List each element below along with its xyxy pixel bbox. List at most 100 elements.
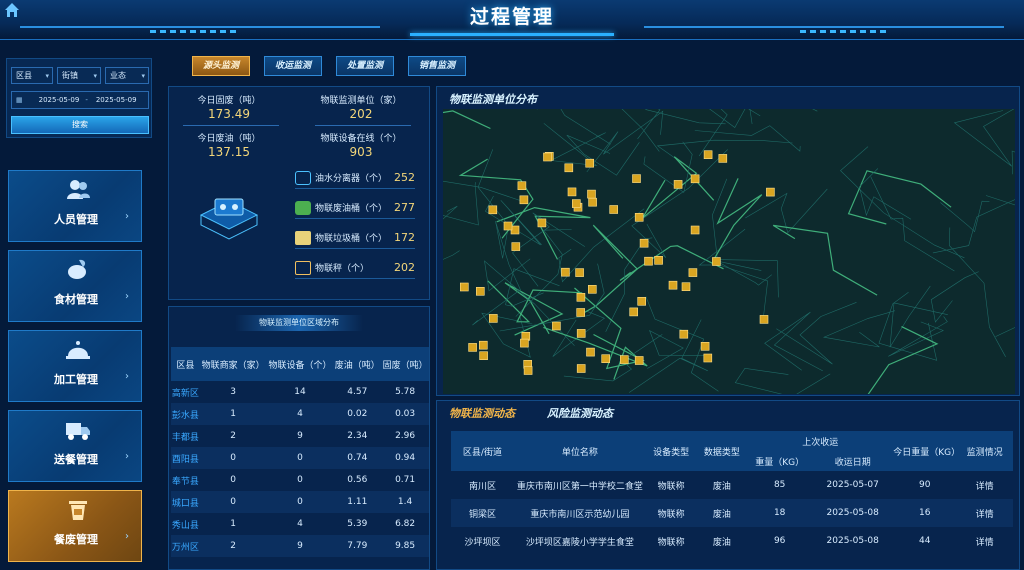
street-select[interactable]: 街镇 ▾ [57,67,101,84]
search-button[interactable]: 搜索 [11,116,149,134]
map-marker-icon[interactable] [766,187,775,197]
table-cell: 0 [266,491,334,513]
map-marker-icon[interactable] [564,163,574,173]
distribution-map[interactable] [378,28,1024,446]
home-icon[interactable] [4,2,20,18]
map-marker-icon[interactable] [488,205,498,215]
map-marker-icon[interactable] [475,287,485,296]
table-cell: 4 [297,519,303,529]
map-marker-icon[interactable] [503,221,513,231]
map-marker-icon[interactable] [588,285,597,294]
map-marker-icon[interactable] [712,257,721,266]
map-marker-icon[interactable] [673,180,683,189]
map-marker-icon[interactable] [690,174,700,184]
map-marker-icon[interactable] [561,267,570,277]
map-marker-icon[interactable] [601,354,610,363]
map-marker-icon[interactable] [634,356,644,365]
map-marker-icon[interactable] [586,347,595,357]
tab-sales-monitoring[interactable]: 销售监测 [408,56,466,76]
map-marker-icon[interactable] [468,343,477,352]
table-cell: 2 [199,535,267,557]
date-range-input[interactable]: ▦ 2025-05-09 - 2025-05-09 [11,91,149,109]
map-marker-icon[interactable] [588,197,597,207]
map-marker-icon[interactable] [759,315,769,324]
map-marker-icon[interactable] [585,158,594,168]
detail-link[interactable]: 详情 [956,527,1013,555]
district-link[interactable]: 秀山县 [171,513,200,535]
map-marker-icon[interactable] [520,338,529,348]
unit-name-link[interactable]: 重庆市南川区示范幼儿园 [513,499,646,527]
map-marker-icon[interactable] [587,189,596,199]
map-marker-icon[interactable] [478,340,488,350]
waste-oil-value: 137.15 [208,145,250,159]
district-link[interactable]: 城口县 [171,491,200,513]
map-marker-icon[interactable] [620,355,629,364]
map-marker-icon[interactable] [690,225,700,235]
nav-item-delivery[interactable]: 送餐管理 › [8,410,142,482]
map-marker-icon[interactable] [459,282,469,292]
tab-iot-dynamic[interactable]: 物联监测动态 [449,405,515,421]
map-marker-icon[interactable] [681,282,691,291]
chevron-right-icon: › [125,371,129,382]
map-marker-icon[interactable] [552,321,561,331]
table-cell: 6.82 [395,519,416,529]
map-marker-icon[interactable] [654,256,663,265]
map-canvas[interactable] [378,28,1024,446]
map-marker-icon[interactable] [511,242,521,251]
nav-item-processing[interactable]: 加工管理 › [8,330,142,402]
map-marker-icon[interactable] [634,213,644,222]
map-marker-icon[interactable] [576,364,586,373]
map-marker-icon[interactable] [523,366,533,375]
map-marker-icon[interactable] [632,174,641,183]
nav-item-personnel[interactable]: 人员管理 › [8,170,142,242]
map-marker-icon[interactable] [679,329,689,339]
nav-item-ingredients[interactable]: 食材管理 › [8,250,142,322]
table-cell: 3 [230,387,236,397]
district-link[interactable]: 酉阳县 [171,447,200,469]
waste-oil-label: 今日废油（吨） [197,134,261,144]
map-marker-icon[interactable] [718,154,728,163]
map-marker-icon[interactable] [567,187,577,197]
tab-collection-monitoring[interactable]: 收运监测 [264,56,322,76]
detail-link[interactable]: 详情 [956,471,1013,499]
map-marker-icon[interactable] [537,218,547,228]
map-marker-icon[interactable] [576,329,586,338]
map-marker-icon[interactable] [609,205,618,214]
map-marker-icon[interactable] [688,268,698,277]
map-marker-icon[interactable] [700,342,710,351]
map-marker-icon[interactable] [519,195,529,205]
unit-name-link[interactable]: 沙坪坝区嘉陵小学学生食堂 [514,527,646,555]
table-cell: 16 [893,499,957,527]
map-marker-icon[interactable] [629,307,638,317]
district-link[interactable]: 奉节县 [171,469,200,491]
district-link[interactable]: 丰都县 [171,425,200,447]
unit-name-link[interactable]: 重庆市南川区第一中学校二食堂 [514,471,646,499]
detail-link[interactable]: 详情 [956,499,1013,527]
tab-disposal-monitoring[interactable]: 处置监测 [336,56,394,76]
district-link[interactable]: 彭水县 [171,403,200,425]
map-marker-icon[interactable] [572,199,581,208]
business-type-select[interactable]: 业态 ▾ [105,67,149,84]
map-marker-icon[interactable] [575,268,584,277]
map-marker-icon[interactable] [479,351,488,360]
map-marker-icon[interactable] [488,314,498,323]
map-marker-icon[interactable] [644,256,653,266]
map-marker-icon[interactable] [703,150,713,160]
district-link[interactable]: 高新区 [171,381,200,403]
district-select[interactable]: 区县 ▾ [11,67,53,84]
map-marker-icon[interactable] [703,353,713,363]
district-link[interactable]: 万州区 [171,535,200,557]
map-marker-icon[interactable] [637,297,646,306]
map-marker-icon[interactable] [668,280,678,290]
tab-source-monitoring[interactable]: 源头监测 [192,56,250,76]
table-cell: 2.34 [347,431,368,441]
map-title: 物联监测单位分布 [449,93,537,106]
tab-risk-dynamic[interactable]: 风险监测动态 [547,405,613,421]
map-marker-icon[interactable] [517,181,527,190]
map-marker-icon[interactable] [576,308,585,317]
nav-item-waste[interactable]: 餐废管理 › [8,490,142,562]
map-marker-icon[interactable] [639,238,649,248]
stats-panel: 今日固废（吨） 173.49 今日废油（吨） 137.15 物联监测单位（家） … [168,86,430,300]
map-marker-icon[interactable] [576,293,586,302]
map-marker-icon[interactable] [543,152,552,162]
